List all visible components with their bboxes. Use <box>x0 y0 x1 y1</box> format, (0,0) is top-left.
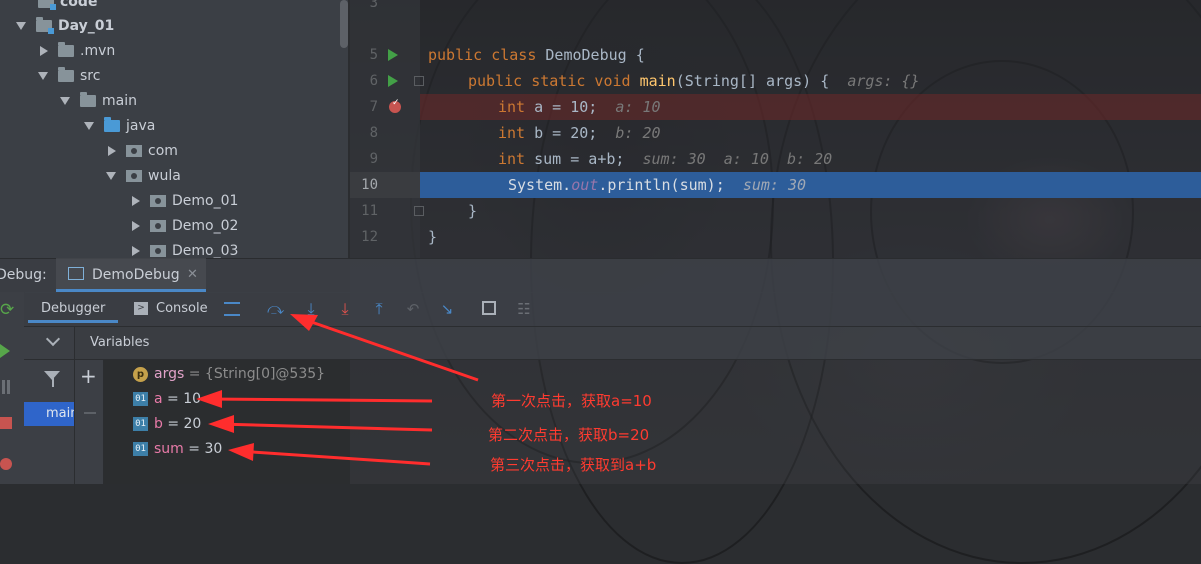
arrow-to-var-a <box>196 390 433 408</box>
arrow-to-var-sum <box>228 443 431 466</box>
annotation-step-2: 第二次点击，获取b=20 <box>488 426 650 444</box>
annotation-step-1: 第一次点击，获取a=10 <box>491 392 652 410</box>
arrow-to-var-b <box>208 415 433 433</box>
arrow-to-step-over <box>290 314 479 382</box>
annotation-step-3: 第三次点击，获取到a+b <box>490 456 657 474</box>
annotation-arrows <box>196 314 479 466</box>
